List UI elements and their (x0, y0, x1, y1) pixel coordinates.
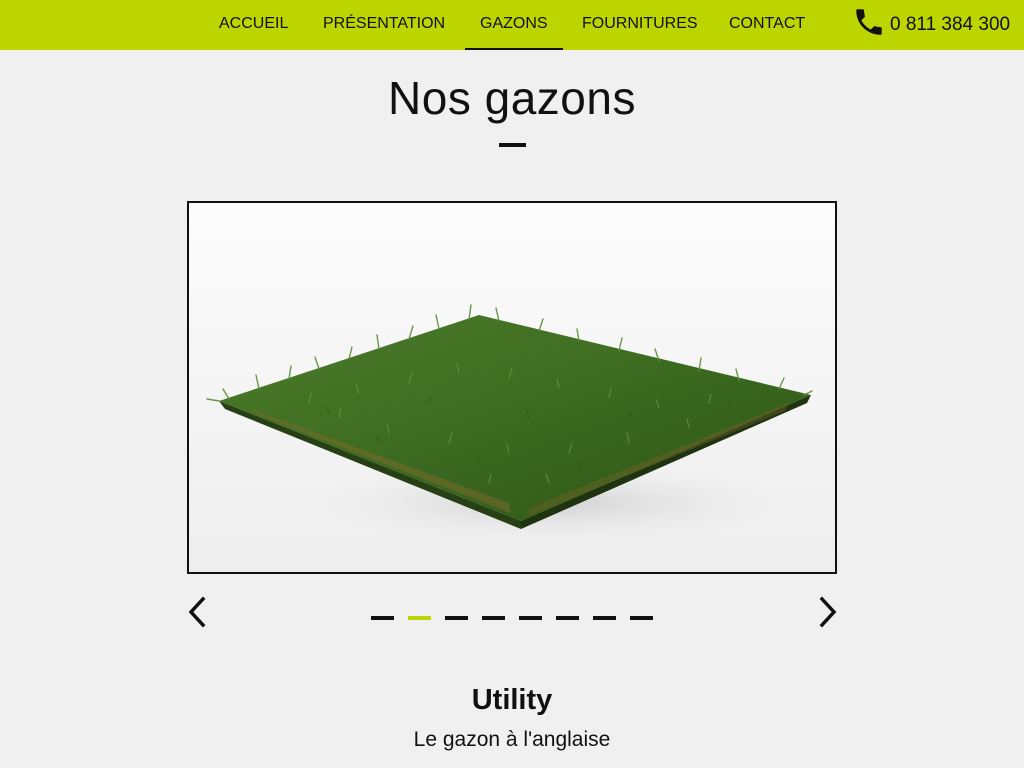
chevron-right-icon (819, 596, 837, 628)
slider-dot[interactable] (482, 616, 505, 620)
phone-link[interactable]: 0 811 384 300 (852, 0, 1010, 50)
nav-item-fournitures[interactable]: FOURNITURES (582, 0, 698, 50)
slider-dot[interactable] (630, 616, 653, 620)
product-subtitle: Le gazon à l'anglaise (413, 728, 611, 751)
nav-item-contact[interactable]: CONTACT (729, 0, 805, 50)
top-navigation-bar: ACCUEIL PRÉSENTATION GAZONS FOURNITURES … (0, 0, 1024, 50)
slider-dot[interactable] (519, 616, 542, 620)
slider-dot[interactable] (371, 616, 394, 620)
phone-number: 0 811 384 300 (890, 14, 1011, 35)
slider-dot[interactable] (408, 616, 431, 620)
slider-next-button[interactable] (815, 596, 839, 628)
nav-item-accueil[interactable]: ACCUEIL (219, 0, 288, 50)
nav-item-presentation[interactable]: PRÉSENTATION (323, 0, 445, 50)
slider-pagination (371, 616, 653, 620)
slider-prev-button[interactable] (186, 596, 210, 628)
title-underline-dash (499, 143, 526, 147)
product-name: Utility (471, 684, 553, 716)
slider-dot[interactable] (593, 616, 616, 620)
nav-item-gazons[interactable]: GAZONS (465, 0, 563, 50)
slider-dot[interactable] (445, 616, 468, 620)
product-slider (187, 201, 837, 574)
phone-icon (852, 5, 890, 45)
page-title: Nos gazons (388, 72, 636, 124)
chevron-left-icon (188, 596, 206, 628)
artificial-grass-sample-image (189, 203, 835, 572)
slider-dot[interactable] (556, 616, 579, 620)
